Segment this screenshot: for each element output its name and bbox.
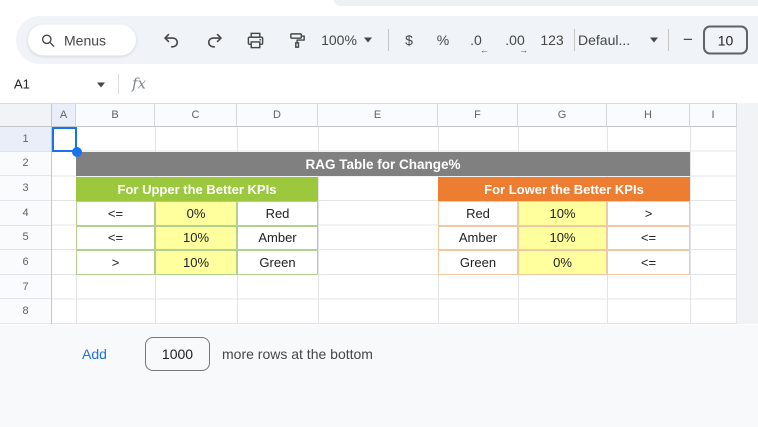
browser-tab-edge — [334, 0, 758, 6]
upper-better-table: <= 0% Red <= 10% Amber > 10% Green — [76, 201, 318, 275]
row-count-input[interactable] — [145, 337, 210, 371]
menus-search[interactable]: Menus — [28, 25, 136, 56]
row-header-8[interactable]: 8 — [0, 299, 51, 324]
toolbar-divider — [388, 29, 389, 51]
name-box-caret-icon[interactable] — [97, 82, 105, 87]
table-cell[interactable]: 10% — [155, 226, 237, 251]
undo-button[interactable] — [157, 26, 185, 54]
print-button[interactable] — [241, 26, 269, 54]
row-header-5[interactable]: 5 — [0, 226, 51, 251]
undo-icon — [162, 31, 181, 50]
sheets-app-window: Menus 100% $ % .0 ← .00 → 123 Defaul... — [0, 0, 758, 427]
row-header-7[interactable]: 7 — [0, 275, 51, 300]
select-all-corner[interactable] — [0, 103, 52, 127]
toolbar: Menus 100% $ % .0 ← .00 → 123 Defaul... — [16, 16, 758, 64]
column-header-g[interactable]: G — [518, 103, 607, 127]
row-header-3[interactable]: 3 — [0, 176, 51, 201]
add-rows-button[interactable]: Add — [82, 346, 107, 362]
menus-label: Menus — [64, 32, 106, 48]
table-cell[interactable]: <= — [76, 201, 155, 226]
column-header-i[interactable]: I — [690, 103, 737, 127]
table-cell[interactable]: 10% — [518, 201, 607, 226]
toolbar-divider — [668, 29, 669, 51]
row-header-4[interactable]: 4 — [0, 201, 51, 226]
table-cell[interactable]: 0% — [155, 201, 237, 226]
print-icon — [246, 31, 265, 50]
decrease-font-size-button[interactable]: − — [679, 30, 697, 50]
column-header-f[interactable]: F — [438, 103, 518, 127]
rag-table-title[interactable]: RAG Table for Change% — [76, 152, 690, 176]
formula-bar: A1 fx — [0, 64, 758, 103]
row-headers: 1 2 3 4 5 6 7 8 — [0, 127, 52, 324]
table-cell[interactable]: > — [76, 250, 155, 275]
format-currency-button[interactable]: $ — [398, 32, 420, 48]
upper-better-header[interactable]: For Upper the Better KPIs — [76, 177, 318, 201]
column-header-e[interactable]: E — [318, 103, 438, 127]
table-cell[interactable]: 10% — [518, 226, 607, 251]
zoom-select[interactable]: 100% — [318, 32, 360, 48]
add-rows-bar: Add more rows at the bottom — [0, 325, 758, 427]
table-cell[interactable]: 0% — [518, 250, 607, 275]
table-cell[interactable]: Amber — [438, 226, 518, 251]
more-formats-button[interactable]: 123 — [537, 32, 567, 48]
toolbar-divider — [574, 29, 575, 51]
table-cell[interactable]: <= — [76, 226, 155, 251]
table-cell[interactable]: Green — [237, 250, 318, 275]
add-rows-suffix-label: more rows at the bottom — [222, 346, 373, 362]
arrow-left-icon: ← — [480, 45, 489, 55]
paint-format-button[interactable] — [283, 26, 311, 54]
table-cell[interactable]: Green — [438, 250, 518, 275]
table-cell[interactable]: Red — [237, 201, 318, 226]
column-header-d[interactable]: D — [237, 103, 318, 127]
zoom-caret-icon[interactable] — [364, 38, 372, 43]
font-size-input[interactable]: 10 — [703, 26, 748, 55]
formula-bar-divider — [118, 74, 119, 94]
table-cell[interactable]: Amber — [237, 226, 318, 251]
row-header-2[interactable]: 2 — [0, 152, 51, 177]
redo-button[interactable] — [200, 26, 228, 54]
column-header-c[interactable]: C — [155, 103, 237, 127]
decrease-decimal-button[interactable]: .0 ← — [463, 32, 489, 48]
grid-right-gutter — [737, 103, 758, 324]
lower-better-table: Red 10% > Amber 10% <= Green 0% <= — [438, 201, 690, 275]
table-cell[interactable]: 10% — [155, 250, 237, 275]
fill-handle[interactable] — [72, 147, 82, 157]
search-icon — [40, 32, 56, 48]
row-header-6[interactable]: 6 — [0, 250, 51, 275]
increase-decimal-button[interactable]: .00 → — [500, 32, 530, 48]
column-header-b[interactable]: B — [76, 103, 155, 127]
font-family-select[interactable]: Defaul... — [578, 32, 640, 48]
table-cell[interactable]: <= — [607, 250, 690, 275]
font-caret-icon[interactable] — [650, 38, 658, 43]
row-header-1[interactable]: 1 — [0, 127, 51, 152]
redo-icon — [205, 31, 224, 50]
paint-roller-icon — [288, 31, 307, 50]
column-header-h[interactable]: H — [607, 103, 690, 127]
name-box[interactable]: A1 — [14, 76, 84, 91]
arrow-right-icon: → — [519, 45, 528, 55]
lower-better-header[interactable]: For Lower the Better KPIs — [438, 177, 690, 201]
format-percent-button[interactable]: % — [432, 32, 454, 48]
table-cell[interactable]: Red — [438, 201, 518, 226]
table-cell[interactable]: <= — [607, 226, 690, 251]
table-cell[interactable]: > — [607, 201, 690, 226]
fx-icon: fx — [132, 74, 146, 92]
browser-strip — [0, 0, 758, 14]
column-header-a[interactable]: A — [52, 103, 76, 127]
